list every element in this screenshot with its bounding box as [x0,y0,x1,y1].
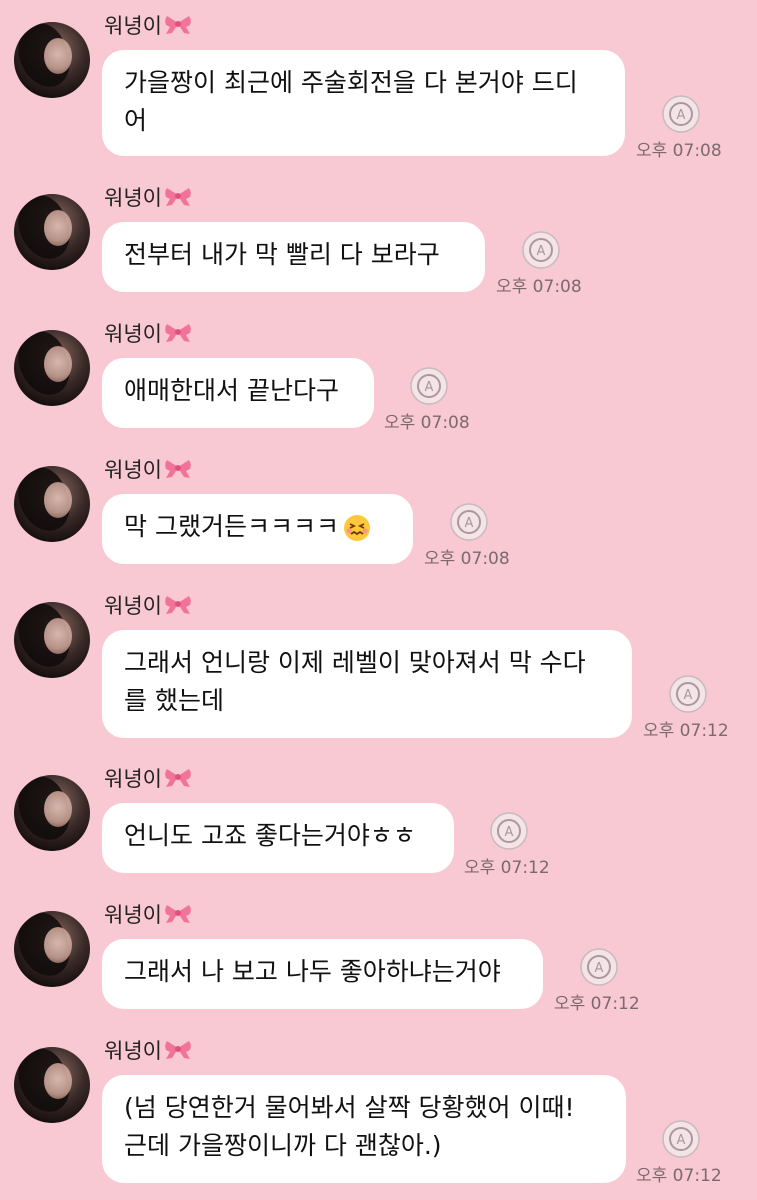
auto-translate-icon[interactable]: A [449,502,489,542]
avatar[interactable] [14,602,90,678]
sender-name: 워녕이 [104,454,192,484]
ribbon-bow-icon [165,596,191,614]
auto-translate-icon[interactable]: A [661,1119,701,1159]
sender-name: 워녕이 [104,10,192,40]
message-time: 오후 07:08 [496,277,582,297]
message-bubble[interactable]: 막 그랬거든ㅋㅋㅋㅋ [102,494,413,564]
message-line: (넘 당연한거 물어봐서 살짝 당황했어 이때! [124,1093,575,1122]
message-line: 언니도 고죠 좋다는거야ㅎㅎ [124,821,416,850]
message-bubble[interactable]: (넘 당연한거 물어봐서 살짝 당황했어 이때! 근데 가을짱이니까 다 괜찮아… [102,1075,626,1183]
message-bubble[interactable]: 그래서 언니랑 이제 레벨이 맞아져서 막 수다 를 했는데 [102,630,632,738]
ribbon-bow-icon [165,324,191,342]
auto-translate-icon[interactable]: A [668,674,708,714]
ribbon-bow-icon [165,905,191,923]
avatar[interactable] [14,330,90,406]
message-line: 애매한대서 끝난다구 [124,376,339,405]
sender-name: 워녕이 [104,763,192,793]
sender-name: 워녕이 [104,182,192,212]
message-time: 오후 07:12 [643,721,729,741]
message-bubble[interactable]: 전부터 내가 막 빨리 다 보라구 [102,222,485,292]
svg-text:A: A [595,961,604,976]
svg-text:A: A [465,516,474,531]
avatar[interactable] [14,911,90,987]
avatar[interactable] [14,194,90,270]
ribbon-bow-icon [165,769,191,787]
avatar[interactable] [14,775,90,851]
message-line: 가을짱이 최근에 주술회전을 다 본거야 드디 [124,68,578,97]
message-bubble[interactable]: 가을짱이 최근에 주술회전을 다 본거야 드디 어 [102,50,625,156]
message-line: 그래서 언니랑 이제 레벨이 맞아져서 막 수다 [124,648,586,677]
svg-text:A: A [684,688,693,703]
sender-name: 워녕이 [104,590,192,620]
auto-translate-icon[interactable]: A [521,230,561,270]
message-time: 오후 07:12 [636,1166,722,1186]
message-line: 를 했는데 [124,686,224,715]
message-bubble[interactable]: 애매한대서 끝난다구 [102,358,374,428]
svg-text:A: A [505,825,514,840]
message-time: 오후 07:12 [464,858,550,878]
ribbon-bow-icon [165,460,191,478]
ribbon-bow-icon [165,188,191,206]
svg-text:A: A [677,1133,686,1148]
message-time: 오후 07:08 [424,549,510,569]
avatar[interactable] [14,22,90,98]
svg-text:A: A [425,380,434,395]
message-time: 오후 07:08 [636,141,722,161]
sender-name: 워녕이 [104,1035,192,1065]
auto-translate-icon[interactable]: A [489,811,529,851]
sender-name: 워녕이 [104,899,192,929]
message-line: 어 [124,106,148,135]
auto-translate-icon[interactable]: A [579,947,619,987]
svg-text:A: A [537,244,546,259]
ribbon-bow-icon [165,16,191,34]
confounded-face-emoji [343,515,370,541]
message-line: 근데 가을짱이니까 다 괜찮아.) [124,1131,442,1160]
ribbon-bow-icon [165,1041,191,1059]
message-line: 그래서 나 보고 나두 좋아하냐는거야 [124,957,501,986]
message-time: 오후 07:12 [554,994,640,1014]
sender-name: 워녕이 [104,318,192,348]
message-bubble[interactable]: 그래서 나 보고 나두 좋아하냐는거야 [102,939,543,1009]
auto-translate-icon[interactable]: A [409,366,449,406]
svg-text:A: A [677,108,686,123]
message-line: 전부터 내가 막 빨리 다 보라구 [124,240,440,269]
message-bubble[interactable]: 언니도 고죠 좋다는거야ㅎㅎ [102,803,454,873]
auto-translate-icon[interactable]: A [661,94,701,134]
avatar[interactable] [14,1047,90,1123]
message-line: 막 그랬거든ㅋㅋㅋㅋ [124,508,391,546]
avatar[interactable] [14,466,90,542]
message-time: 오후 07:08 [384,413,470,433]
